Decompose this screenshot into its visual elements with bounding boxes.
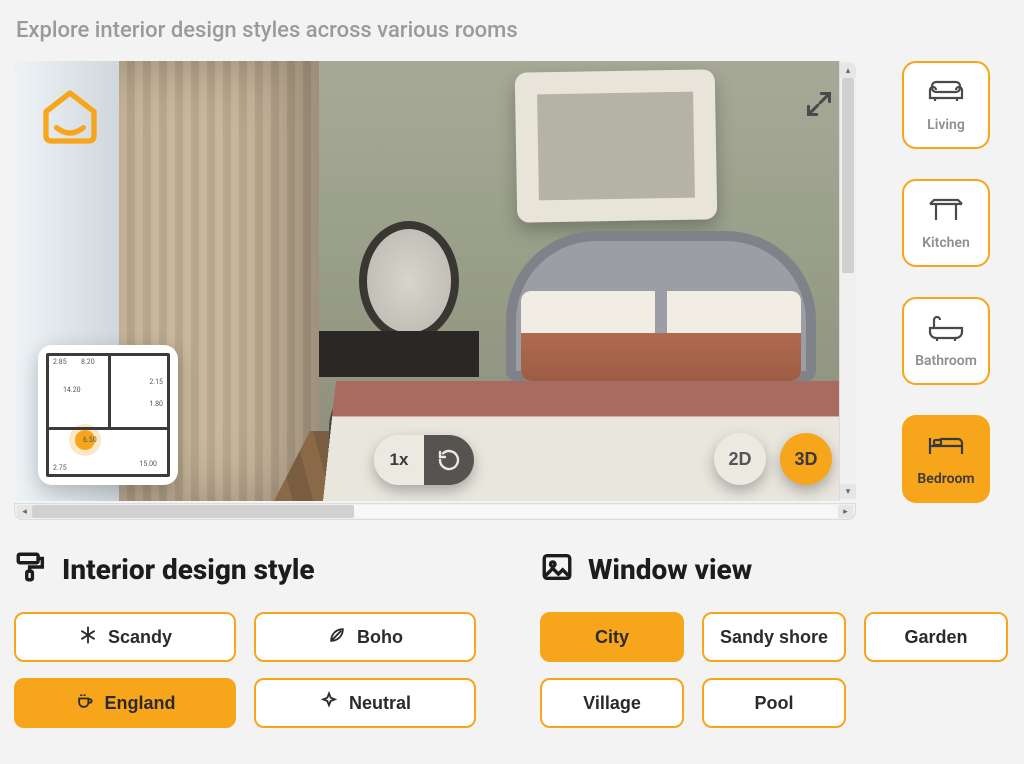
- room-card-living[interactable]: Living: [902, 61, 990, 149]
- room-card-kitchen[interactable]: Kitchen: [902, 179, 990, 267]
- floorplan-label: 1.80: [149, 400, 163, 408]
- paint-roller-icon: [14, 550, 48, 588]
- floorplan-label: 2.15: [149, 378, 163, 386]
- preview-horizontal-scrollbar[interactable]: ◂ ▸: [14, 503, 856, 520]
- snowflake-icon: [78, 625, 98, 650]
- zoom-level-button[interactable]: 1x: [374, 435, 424, 485]
- style-panel-title: Interior design style: [62, 553, 315, 586]
- view-chip-sandy-shore[interactable]: Sandy shore: [702, 612, 846, 662]
- scroll-down-arrow[interactable]: ▾: [840, 484, 856, 499]
- view-chip-garden[interactable]: Garden: [864, 612, 1008, 662]
- room-card-label: Bedroom: [917, 471, 974, 487]
- window-view-panel: Window view City Sandy shore Garden Village…: [540, 550, 1008, 728]
- view-3d-button[interactable]: 3D: [780, 433, 832, 485]
- brand-logo-icon: [38, 85, 102, 149]
- chip-label: Garden: [904, 627, 967, 648]
- style-chip-scandy[interactable]: Scandy: [14, 612, 236, 662]
- fullscreen-button[interactable]: [802, 87, 836, 121]
- chip-label: Boho: [357, 627, 403, 648]
- sparkle-icon: [319, 691, 339, 716]
- bathtub-icon: [926, 313, 966, 347]
- view-mode-toggle: 2D 3D: [714, 433, 832, 485]
- rotate-button[interactable]: [424, 435, 474, 485]
- view-panel-title: Window view: [588, 553, 752, 586]
- room-preview-container: 2.85 8.20 14.20 2.15 1.80 6.50 15.00 2.7…: [14, 61, 856, 520]
- image-icon: [540, 550, 574, 588]
- bed-icon: [926, 431, 966, 465]
- floorplan-label: 2.85: [53, 358, 67, 366]
- preview-vertical-scrollbar[interactable]: ▴ ▾: [839, 61, 856, 501]
- chip-label: Neutral: [349, 693, 411, 714]
- chip-label: City: [595, 627, 629, 648]
- chip-label: Sandy shore: [720, 627, 828, 648]
- room-card-bathroom[interactable]: Bathroom: [902, 297, 990, 385]
- view-chip-pool[interactable]: Pool: [702, 678, 846, 728]
- room-card-label: Kitchen: [922, 235, 970, 251]
- room-card-bedroom[interactable]: Bedroom: [902, 415, 990, 503]
- floorplan-label: 8.20: [81, 358, 95, 366]
- view-chip-village[interactable]: Village: [540, 678, 684, 728]
- floorplan-thumbnail[interactable]: 2.85 8.20 14.20 2.15 1.80 6.50 15.00 2.7…: [38, 345, 178, 485]
- room-card-label: Living: [927, 117, 965, 133]
- floorplan-label: 2.75: [53, 464, 67, 472]
- cup-icon: [75, 691, 95, 716]
- view-2d-button[interactable]: 2D: [714, 433, 766, 485]
- room-selector: Living Kitchen Bathroom Bedroom: [902, 61, 990, 503]
- scroll-right-arrow[interactable]: ▸: [838, 505, 853, 518]
- scroll-left-arrow[interactable]: ◂: [17, 505, 32, 518]
- chip-label: Scandy: [108, 627, 172, 648]
- table-icon: [926, 195, 966, 229]
- page-subtitle: Explore interior design styles across va…: [16, 18, 1010, 43]
- interior-style-panel: Interior design style Scandy Boho Englan…: [14, 550, 482, 728]
- sofa-icon: [926, 77, 966, 111]
- chip-label: Pool: [755, 693, 794, 714]
- zoom-rotate-controls: 1x: [374, 435, 474, 485]
- floorplan-label: 15.00: [139, 460, 157, 468]
- style-chip-boho[interactable]: Boho: [254, 612, 476, 662]
- view-chip-city[interactable]: City: [540, 612, 684, 662]
- chip-label: England: [105, 693, 176, 714]
- leaf-icon: [327, 625, 347, 650]
- style-chip-neutral[interactable]: Neutral: [254, 678, 476, 728]
- room-3d-preview[interactable]: 2.85 8.20 14.20 2.15 1.80 6.50 15.00 2.7…: [14, 61, 856, 501]
- chip-label: Village: [583, 693, 641, 714]
- floorplan-label: 14.20: [63, 386, 81, 394]
- floorplan-label: 6.50: [83, 436, 97, 444]
- room-card-label: Bathroom: [915, 353, 977, 369]
- style-chip-england[interactable]: England: [14, 678, 236, 728]
- scroll-up-arrow[interactable]: ▴: [840, 63, 856, 78]
